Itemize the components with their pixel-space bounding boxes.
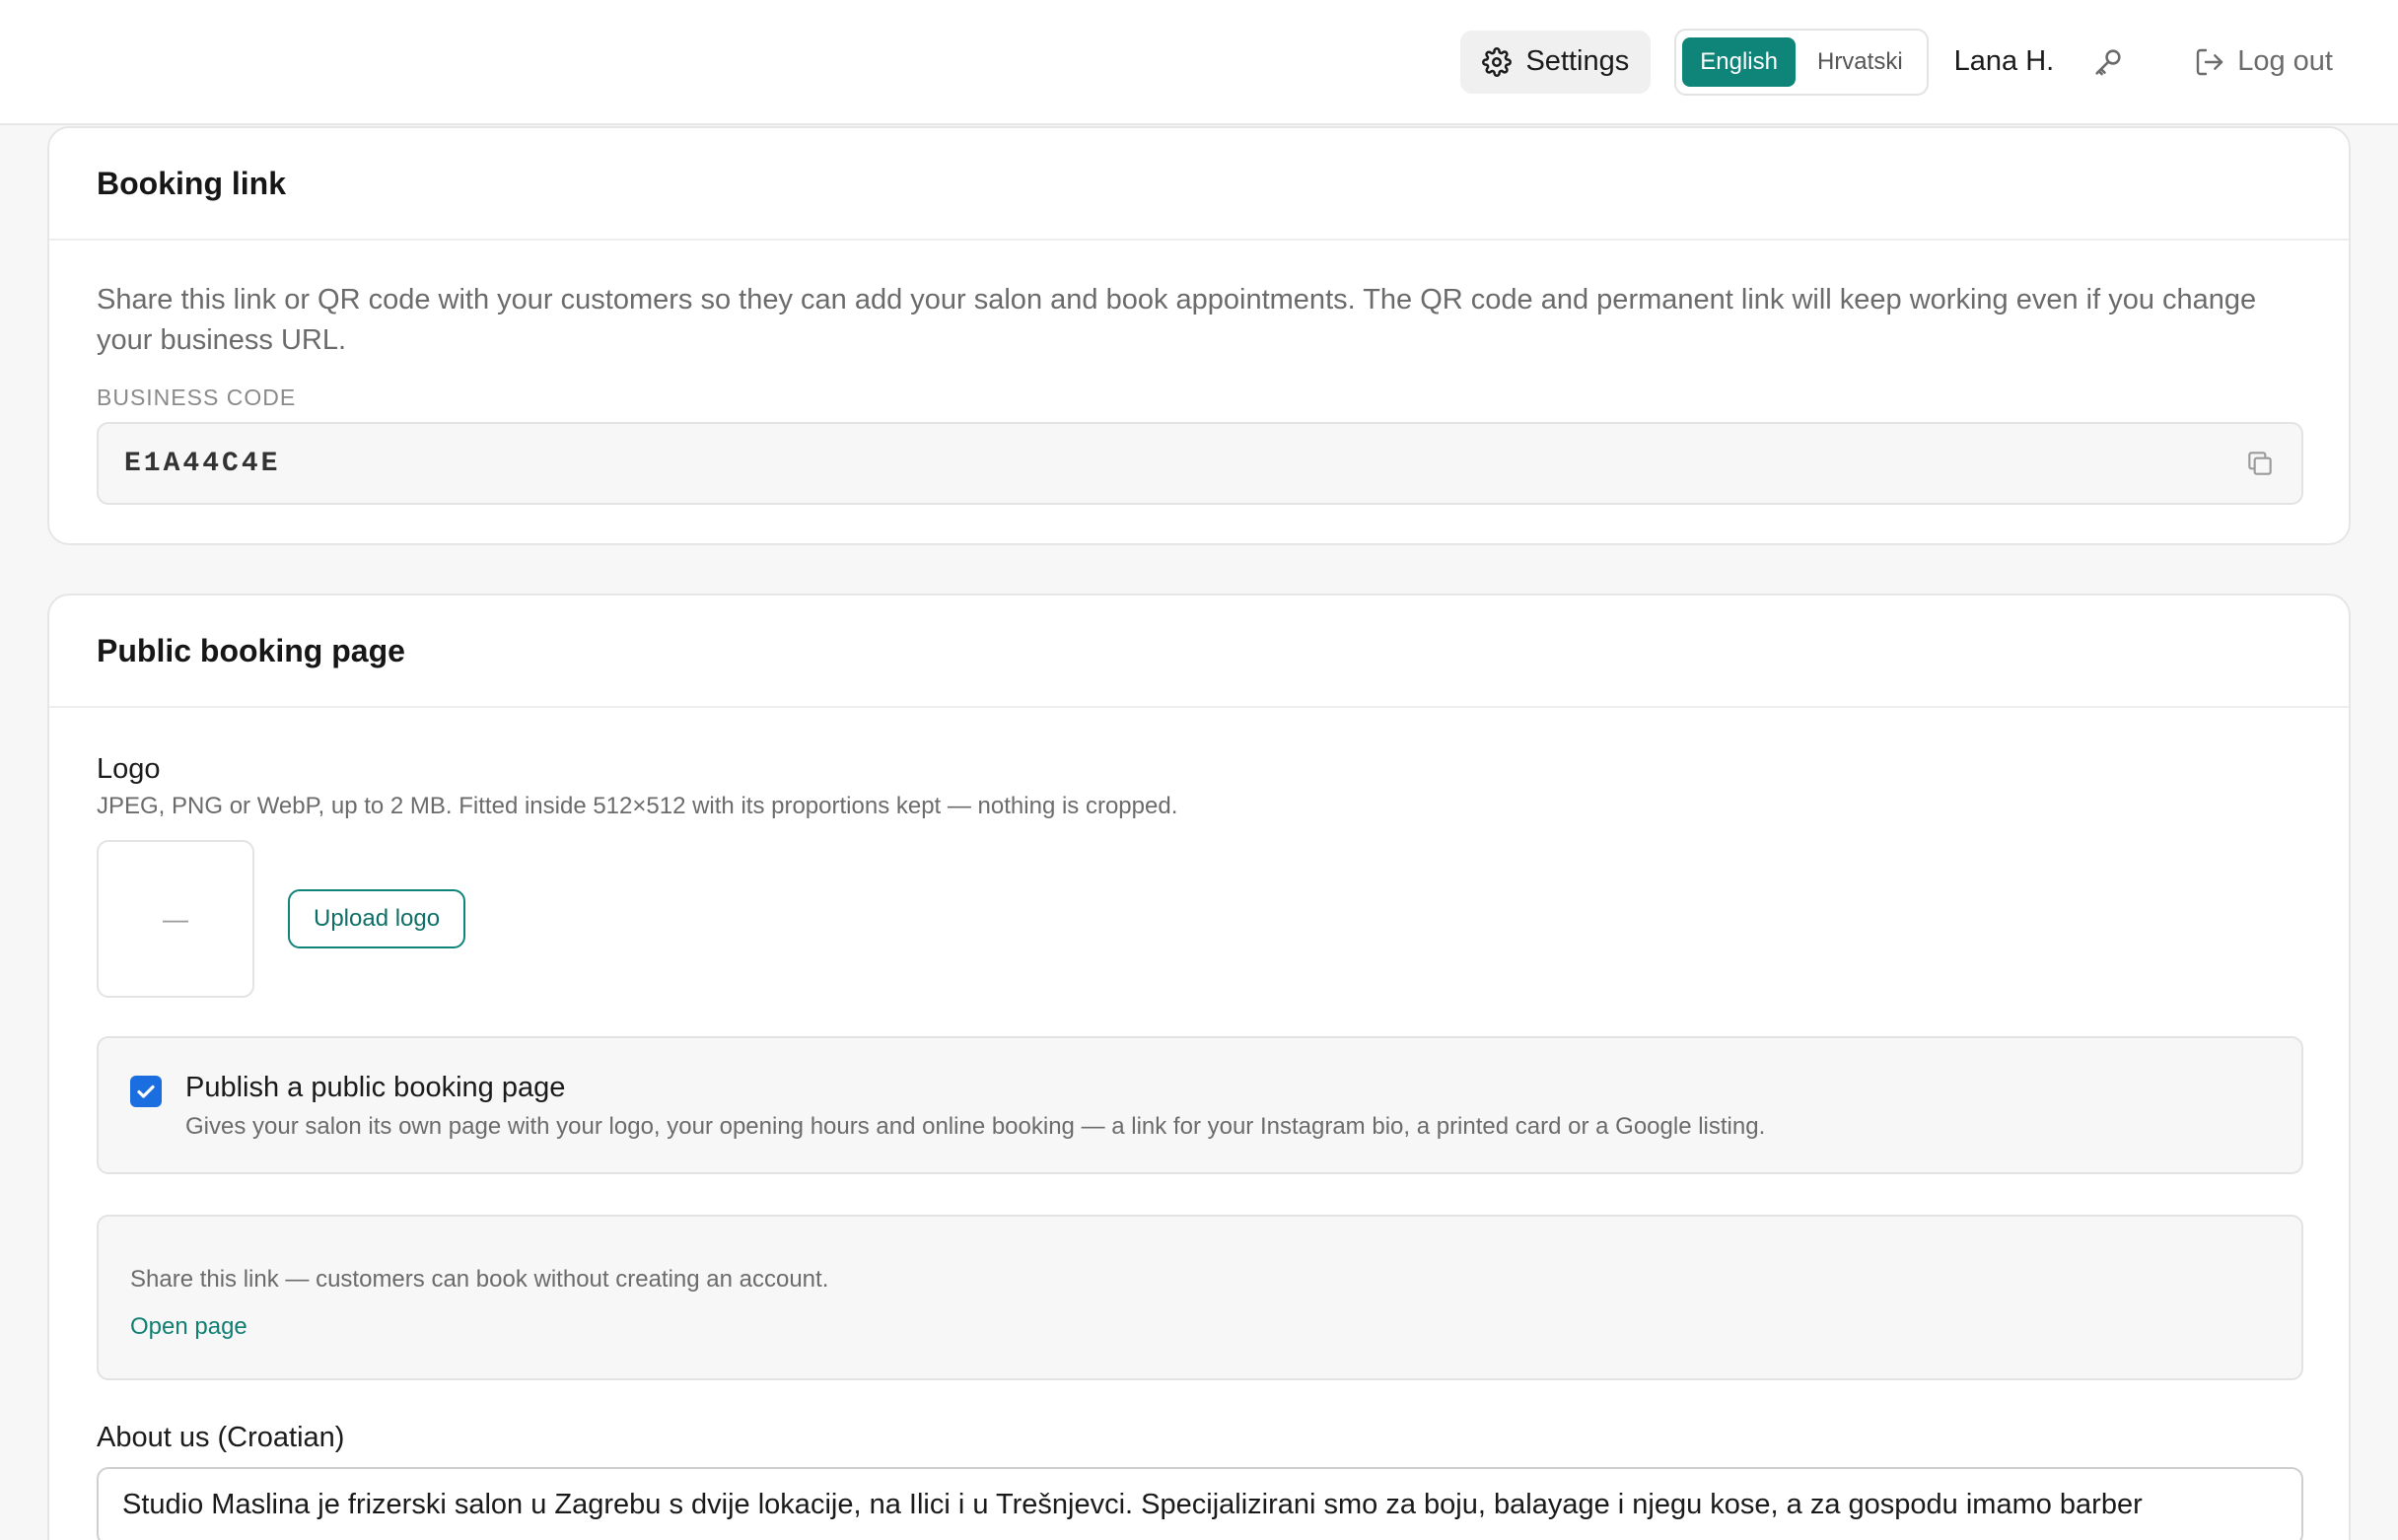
business-code-value: E1A44C4E xyxy=(124,448,281,479)
logo-label: Logo xyxy=(97,753,161,785)
public-booking-title: Public booking page xyxy=(97,632,405,668)
logo-preview: — xyxy=(97,840,254,998)
booking-link-title: Booking link xyxy=(97,165,286,201)
gear-icon xyxy=(1482,46,1513,77)
business-code-field: E1A44C4E xyxy=(97,422,2303,505)
public-booking-header: Public booking page xyxy=(49,595,2349,708)
settings-label: Settings xyxy=(1525,45,1630,77)
booking-link-header: Booking link xyxy=(49,128,2349,241)
language-option-english[interactable]: English xyxy=(1682,36,1796,87)
open-page-link[interactable]: Open page xyxy=(130,1313,247,1341)
logout-label: Log out xyxy=(2237,45,2333,77)
share-link-box: Share this link — customers can book wit… xyxy=(97,1215,2303,1380)
publish-label: Publish a public booking page xyxy=(185,1072,566,1103)
share-text: Share this link — customers can book wit… xyxy=(130,1266,829,1293)
public-booking-card: Public booking page Logo JPEG, PNG or We… xyxy=(47,594,2351,1540)
publish-option: Publish a public booking page Gives your… xyxy=(97,1036,2303,1174)
user-name: Lana H. xyxy=(1953,45,2055,77)
logout-button[interactable]: Log out xyxy=(2194,45,2333,78)
logout-icon xyxy=(2194,46,2225,78)
publish-description: Gives your salon its own page with your … xyxy=(185,1113,1766,1140)
booking-link-description: Share this link or QR code with your cus… xyxy=(97,284,2257,356)
about-us-label: About us (Croatian) xyxy=(97,1422,345,1453)
key-icon[interactable] xyxy=(2091,45,2125,79)
language-option-hrvatski[interactable]: Hrvatski xyxy=(1799,37,1921,87)
business-code-label: BUSINESS CODE xyxy=(97,385,297,410)
upload-logo-button[interactable]: Upload logo xyxy=(288,889,466,948)
logo-hint: JPEG, PNG or WebP, up to 2 MB. Fitted in… xyxy=(97,793,1178,819)
publish-checkbox[interactable] xyxy=(130,1076,162,1107)
logo-placeholder: — xyxy=(163,903,188,934)
booking-link-card: Booking link Share this link or QR code … xyxy=(47,126,2351,545)
top-bar: Settings English Hrvatski Lana H. Log ou… xyxy=(0,0,2398,125)
copy-icon[interactable] xyxy=(2244,448,2276,479)
about-us-textarea[interactable]: Studio Maslina je frizerski salon u Zagr… xyxy=(97,1467,2303,1540)
settings-button[interactable]: Settings xyxy=(1460,30,1652,94)
language-toggle: English Hrvatski xyxy=(1674,28,1929,96)
